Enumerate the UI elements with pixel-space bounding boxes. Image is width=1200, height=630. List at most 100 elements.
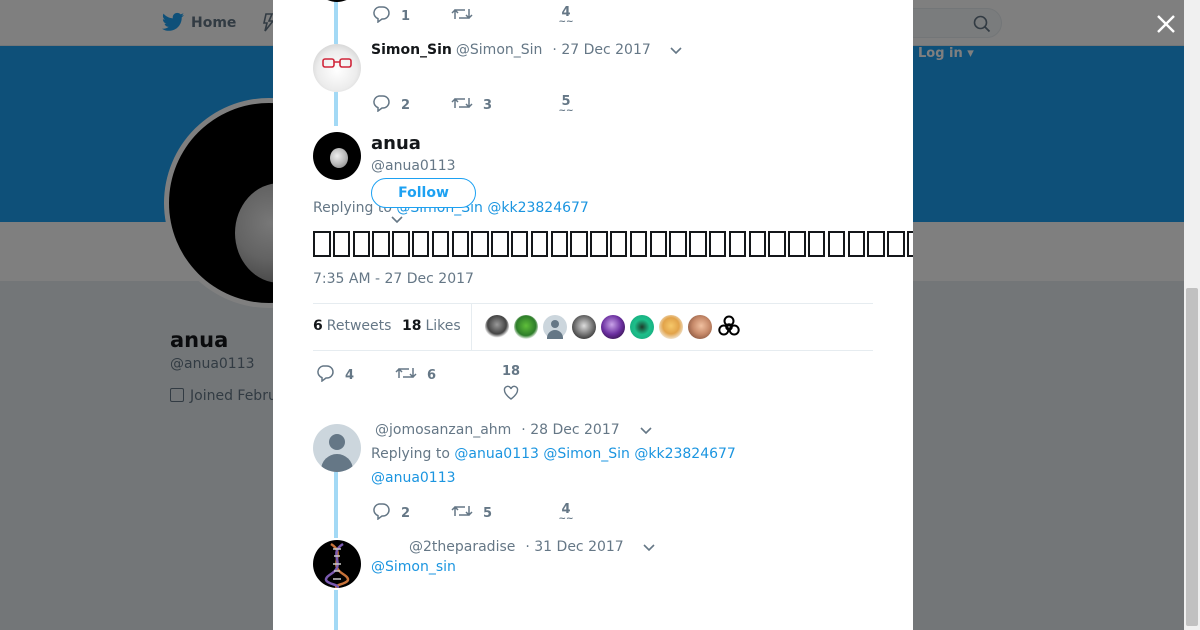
reply-button[interactable]: 1 [371, 5, 410, 24]
glasses-image [322, 58, 352, 68]
missing-glyph-box [313, 231, 331, 257]
tweet-header: @jomosanzan_ahm · 28 Dec 2017 [375, 422, 620, 438]
heart-icon: ~~ [558, 514, 574, 524]
missing-glyph-box [392, 231, 410, 257]
reply-icon [373, 95, 390, 113]
tweet-time[interactable]: · 28 Dec 2017 [521, 422, 619, 438]
thread-line [334, 590, 338, 630]
replying-to: Replying to @anua0113 @Simon_Sin @kk2382… [371, 446, 736, 462]
tweet-text[interactable]: @anua0113 [371, 470, 456, 486]
missing-glyph-box [510, 231, 529, 257]
scrollbar-thumb[interactable] [1186, 288, 1198, 626]
tweet-stats: 6 Retweets 18 Likes [313, 303, 873, 351]
liker-avatar[interactable] [601, 315, 625, 339]
missing-glyph-box [332, 231, 351, 257]
missing-glyph-box [411, 231, 430, 257]
tweet-username[interactable]: @anua0113 [371, 158, 456, 174]
retweets-stat[interactable]: 6 Retweets [313, 318, 391, 334]
tweet-username[interactable]: @jomosanzan_ahm [375, 422, 511, 438]
avatar[interactable] [313, 0, 361, 2]
missing-glyph-box [431, 231, 450, 257]
reply-button[interactable]: 4 [315, 364, 354, 383]
missing-glyph-box [689, 231, 707, 257]
like-button[interactable]: 4 ~~ [556, 5, 576, 27]
tweet-fullname[interactable]: Simon_Sin [371, 42, 452, 58]
tweet-permalink-modal: 1 4 ~~ Simon_Sin @Simon_Sin · 27 Dec 2017 2… [273, 0, 913, 630]
missing-glyph-box [629, 231, 648, 257]
missing-glyph-box [550, 231, 569, 257]
missing-glyph-box [669, 231, 687, 257]
chevron-down-icon[interactable] [391, 216, 403, 224]
retweet-button[interactable]: 3 [451, 94, 492, 113]
mention-link[interactable]: @anua0113 [454, 446, 539, 462]
retweet-icon [451, 97, 473, 109]
thread-line [334, 0, 338, 44]
tweet-timestamp: 7:35 AM - 27 Dec 2017 [313, 271, 474, 287]
replying-prefix: Replying to [371, 446, 450, 462]
reply-button[interactable]: 2 [371, 502, 410, 521]
missing-glyph-box [530, 231, 549, 257]
liker-avatar[interactable] [688, 315, 712, 339]
missing-glyph-box [570, 231, 588, 257]
liker-avatar[interactable] [543, 315, 567, 339]
tweet-text[interactable]: @Simon_sin [371, 559, 456, 575]
moon-image [330, 148, 348, 168]
like-button[interactable]: 4 ~~ [556, 502, 576, 524]
tweet-time[interactable]: · 31 Dec 2017 [525, 539, 623, 555]
retweet-button[interactable]: 5 [451, 502, 492, 521]
liker-avatar[interactable] [630, 315, 654, 339]
missing-glyph-box [491, 231, 509, 257]
missing-glyph-box [827, 231, 846, 257]
missing-glyph-box [748, 231, 767, 257]
retweet-button[interactable]: 6 [395, 364, 436, 383]
heart-icon: ~~ [558, 106, 574, 116]
tweet-actions: 2 5 4 ~~ [371, 502, 871, 524]
mention-link[interactable]: @kk23824677 [487, 200, 588, 216]
heart-icon: ~~ [558, 17, 574, 27]
liker-avatar[interactable] [514, 315, 538, 339]
likes-stat[interactable]: 18 Likes [402, 318, 461, 334]
mention-link[interactable]: @Simon_Sin [543, 446, 630, 462]
like-button[interactable]: 5 ~~ [556, 94, 576, 116]
liker-avatar[interactable] [572, 315, 596, 339]
dna-image [324, 542, 350, 588]
retweet-icon [451, 8, 473, 20]
thread-line [334, 472, 338, 538]
avatar[interactable] [313, 44, 361, 92]
missing-glyph-box [708, 231, 727, 257]
retweet-icon [451, 505, 473, 517]
liker-avatar[interactable] [485, 315, 509, 339]
avatar[interactable] [313, 540, 361, 588]
tweet-username[interactable]: @Simon_Sin [456, 42, 543, 58]
heart-icon [503, 385, 519, 400]
mention-link[interactable]: @kk23824677 [634, 446, 735, 462]
tweet-header: Simon_Sin @Simon_Sin · 27 Dec 2017 [371, 42, 651, 58]
reply-button[interactable]: 2 [371, 94, 410, 113]
missing-glyph-box [372, 231, 390, 257]
liker-avatar[interactable] [659, 315, 683, 339]
missing-glyph-box [590, 231, 608, 257]
avatar[interactable] [313, 424, 361, 472]
missing-glyph-box [768, 231, 786, 257]
chevron-down-icon[interactable] [670, 47, 682, 55]
chevron-down-icon[interactable] [640, 427, 652, 435]
biohazard-icon[interactable] [717, 315, 741, 339]
missing-glyph-box [807, 231, 826, 257]
scrollbar[interactable] [1184, 0, 1200, 630]
tweet-username[interactable]: @2theparadise [409, 539, 515, 555]
missing-glyph-box [887, 231, 905, 257]
reply-icon [317, 365, 334, 383]
retweet-button[interactable] [451, 5, 483, 24]
tweet-time[interactable]: · 27 Dec 2017 [552, 42, 650, 58]
follow-button[interactable]: Follow [371, 178, 476, 208]
tweet-actions: 4 6 18 [315, 364, 815, 400]
like-button[interactable]: 18 [499, 364, 523, 401]
tweet-fullname[interactable]: anua [371, 133, 421, 154]
missing-glyph-box [609, 231, 628, 257]
tweet-actions: 2 3 5 ~~ [371, 94, 871, 116]
tweet-header: @2theparadise · 31 Dec 2017 [409, 539, 624, 555]
close-icon[interactable] [1154, 12, 1178, 36]
avatar[interactable] [313, 132, 361, 180]
missing-glyph-box [451, 231, 470, 257]
chevron-down-icon[interactable] [643, 544, 655, 552]
